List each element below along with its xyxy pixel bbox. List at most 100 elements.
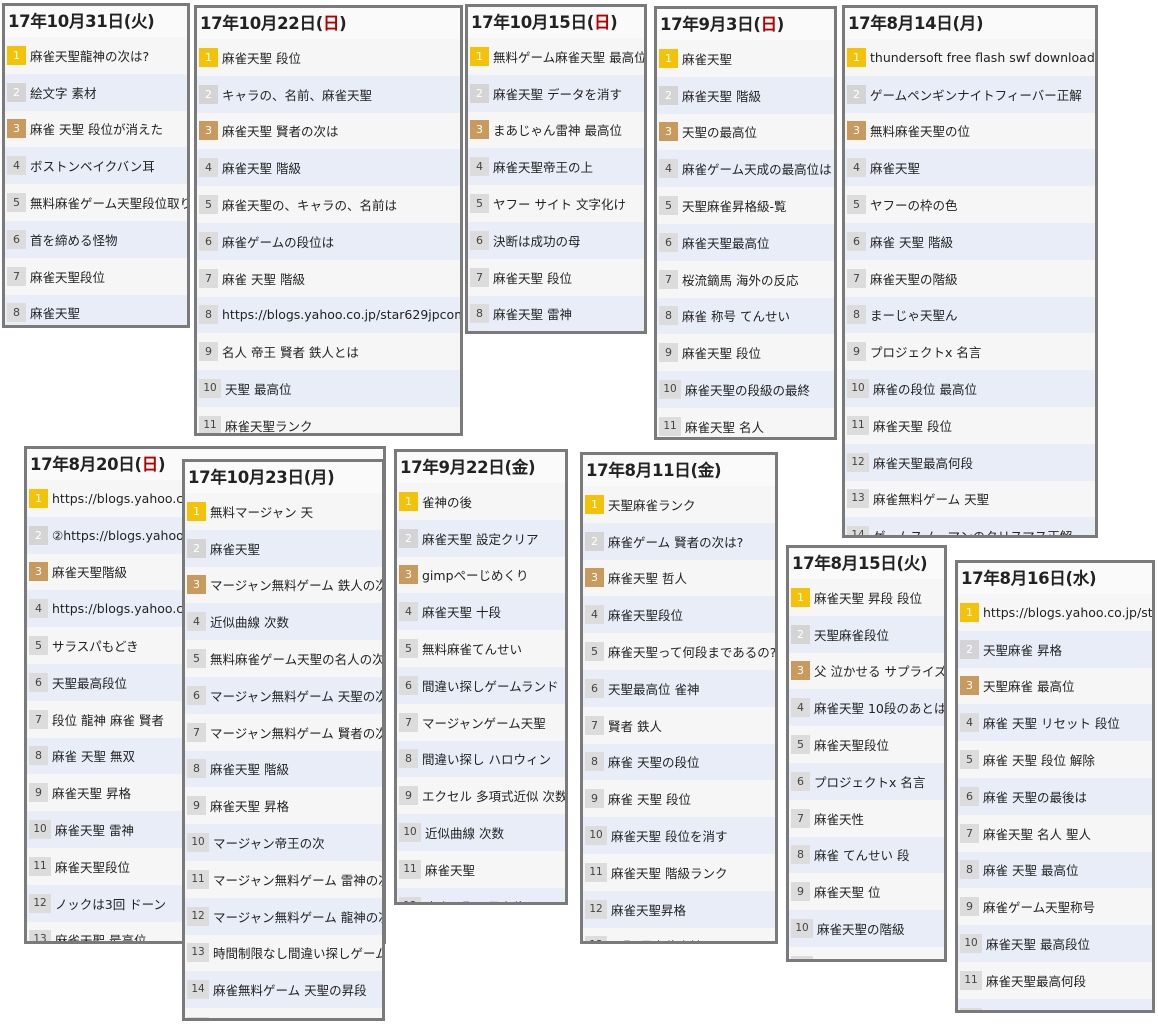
keyword-link[interactable]: 天聖 最高位 <box>225 379 291 398</box>
keyword-link[interactable]: 麻雀天聖 段位 <box>873 416 952 435</box>
keyword-link[interactable]: 首を締める怪物 <box>30 230 118 249</box>
ranking-item[interactable]: 15 マージャン飛翔の次 <box>185 1008 382 1018</box>
keyword-link[interactable]: 天聖麻雀昇格級-覧 <box>682 196 787 215</box>
ranking-item[interactable]: 5 麻雀天聖段位 <box>789 726 944 763</box>
keyword-link[interactable]: 無料マージャン 天 <box>210 502 313 521</box>
ranking-item[interactable]: 1 麻雀天聖 段位 <box>197 39 460 76</box>
ranking-item[interactable]: 3 無料麻雀天聖の位 <box>845 112 1095 150</box>
ranking-item[interactable]: 7 桜流鏑馬 海外の反応 <box>657 260 834 298</box>
ranking-item[interactable]: 10 麻雀天聖 段位を消す <box>583 817 775 854</box>
ranking-item[interactable]: 5 ヤフーの枠の色 <box>845 186 1095 223</box>
ranking-item[interactable]: 12 プロジェクトx 名言集 <box>958 998 1152 1010</box>
keyword-link[interactable]: まあじゃん雷神 最高位 <box>493 120 622 139</box>
ranking-item[interactable]: 7 麻雀天性 <box>789 799 944 837</box>
keyword-link[interactable]: 麻雀 てんせい 段 <box>814 845 909 864</box>
keyword-link[interactable]: 麻雀天聖 名人 聖人 <box>983 824 1091 843</box>
keyword-link[interactable]: 天聖 最高位雀神 <box>611 936 702 941</box>
ranking-item[interactable]: 9 麻雀天聖 段位 <box>657 334 834 372</box>
keyword-link[interactable]: 無料麻雀天聖の位 <box>870 121 970 140</box>
keyword-link[interactable]: 麻雀天聖の階級 <box>870 269 958 288</box>
keyword-link[interactable]: 麻雀天聖段位 <box>814 735 889 754</box>
keyword-link[interactable]: 麻雀天聖 設定クリア <box>422 529 538 548</box>
keyword-link[interactable]: 賢者 鉄人 <box>608 716 662 735</box>
ranking-item[interactable]: 7 麻雀 天聖 階級 <box>197 259 460 297</box>
keyword-link[interactable]: 麻雀 天聖 段位 <box>608 789 691 808</box>
ranking-item[interactable]: 6 天聖最高位 雀神 <box>583 669 775 707</box>
keyword-link[interactable]: 麻雀 天聖 リセット 段位 <box>983 713 1120 732</box>
keyword-link[interactable]: プロジェクトx 名言集 <box>986 1008 1110 1010</box>
ranking-item[interactable]: 11 麻雀天聖ランク <box>197 406 460 433</box>
keyword-link[interactable]: 麻雀天聖 最高位 <box>55 930 146 941</box>
keyword-link[interactable]: 麻雀 天聖 階級 <box>222 269 305 288</box>
keyword-link[interactable]: マージャン無料ゲーム 天聖の次 <box>210 686 382 705</box>
keyword-link[interactable]: 麻雀天聖 位 <box>814 882 880 901</box>
keyword-link[interactable]: 麻雀天聖の最高位 <box>425 897 525 902</box>
ranking-item[interactable]: 12 麻雀天聖の最高位 <box>397 887 565 902</box>
ranking-item[interactable]: 5 麻雀 天聖 段位 解除 <box>958 741 1152 778</box>
keyword-link[interactable]: 麻雀ゲーム 賢者の次は? <box>608 532 743 551</box>
ranking-item[interactable]: 4 近似曲線 次数 <box>185 603 382 641</box>
keyword-link[interactable]: 麻雀 天聖 階級 <box>870 232 953 251</box>
keyword-link[interactable]: マージャン無料ゲーム 龍神の次 <box>213 907 382 926</box>
ranking-item[interactable]: 3 まあじゃん雷神 最高位 <box>468 111 644 149</box>
keyword-link[interactable]: thundersoft free flash swf downloader <box>870 50 1095 65</box>
keyword-link[interactable]: エクセル 多項式近似 次数 <box>422 786 565 805</box>
ranking-item[interactable]: 13 時間制限なし間違い探しゲーム <box>185 934 382 972</box>
ranking-item[interactable]: 7 麻雀天聖 名人 聖人 <box>958 814 1152 852</box>
ranking-item[interactable]: 8 https://blogs.yahoo.co.jp/star629jpcom <box>197 296 460 334</box>
keyword-link[interactable]: 麻雀無料ゲーム 天聖 <box>873 489 989 508</box>
keyword-link[interactable]: 麻雀天聖昇格 <box>611 900 686 919</box>
keyword-link[interactable]: 麻雀 天聖の最後は <box>983 787 1087 806</box>
keyword-link[interactable]: 天聖麻雀 昇格 <box>983 640 1062 659</box>
ranking-item[interactable]: 5 ヤフー サイト 文字化け <box>468 185 644 222</box>
ranking-item[interactable]: 5 麻雀天聖の、キャラの、名前は <box>197 186 460 223</box>
keyword-link[interactable]: 近似曲線 次数 <box>425 823 504 842</box>
ranking-item[interactable]: 6 首を締める怪物 <box>5 220 187 258</box>
ranking-item[interactable]: 2 麻雀天聖 設定クリア <box>397 519 565 557</box>
keyword-link[interactable]: サラスパもどき <box>52 636 139 655</box>
ranking-item[interactable]: 10 近似曲線 次数 <box>397 814 565 851</box>
keyword-link[interactable]: ゲームペンギンナイトフィーバー正解 <box>870 85 1082 104</box>
keyword-link[interactable]: 麻雀天聖龍神の次は? <box>30 46 149 65</box>
ranking-item[interactable]: 4 ボストンベイクバン耳 <box>5 147 187 185</box>
keyword-link[interactable]: ノックは3回 ドーン <box>55 894 166 913</box>
ranking-item[interactable]: 7 麻雀天聖 段位 <box>468 258 644 296</box>
keyword-link[interactable]: マージャン無料ゲーム 鉄人の次 <box>210 575 382 594</box>
keyword-link[interactable]: 麻雀天聖 10段のあとは <box>814 698 944 717</box>
ranking-item[interactable]: 2 ゲームペンギンナイトフィーバー正解 <box>845 75 1095 113</box>
keyword-link[interactable]: 麻雀天聖ランク <box>225 416 313 433</box>
ranking-item[interactable]: 11 マージャン無料ゲーム 雷神の次 <box>185 860 382 898</box>
keyword-link[interactable]: 麻雀天聖って何段まであるの? <box>608 642 775 661</box>
keyword-link[interactable]: 麻雀 称号 てんせい <box>682 306 790 325</box>
ranking-item[interactable]: 2 麻雀天聖 データを消す <box>468 74 644 112</box>
keyword-link[interactable]: 麻雀天聖段位 <box>55 857 130 876</box>
keyword-link[interactable]: 麻雀天聖の、キャラの、名前は <box>222 195 397 214</box>
ranking-item[interactable]: 4 麻雀天聖 十段 <box>397 593 565 631</box>
keyword-link[interactable]: 麻雀天聖 階級ランク <box>611 863 727 882</box>
keyword-link[interactable]: 麻雀天聖 昇格 <box>52 783 131 802</box>
ranking-item[interactable]: 11 麻雀天聖最高何段 <box>958 961 1152 999</box>
keyword-link[interactable]: 麻雀 天聖 無双 <box>52 746 135 765</box>
ranking-item[interactable]: 11 麻雀天聖 階級ランク <box>583 853 775 891</box>
ranking-item[interactable]: 6 麻雀天聖最高位 <box>657 223 834 261</box>
ranking-item[interactable]: 2 麻雀天聖 <box>185 529 382 567</box>
keyword-link[interactable]: 麻雀天聖 <box>425 860 475 879</box>
keyword-link[interactable]: 天聖最高段位 <box>52 673 127 692</box>
ranking-item[interactable]: 2 キャラの、名前、麻雀天聖 <box>197 75 460 113</box>
keyword-link[interactable]: gimpぺーじめくり <box>422 565 529 584</box>
keyword-link[interactable]: 麻雀天聖最高何段 <box>986 971 1086 990</box>
ranking-item[interactable]: 8 麻雀 てんせい 段 <box>789 836 944 874</box>
ranking-item[interactable]: 6 間違い探しゲームランド <box>397 666 565 704</box>
keyword-link[interactable]: 麻雀天聖の段級の最終 <box>685 380 810 399</box>
ranking-item[interactable]: 9 エクセル 多項式近似 次数 <box>397 777 565 815</box>
keyword-link[interactable]: プロジェクトx 名言 <box>814 772 925 791</box>
ranking-item[interactable]: 7 麻雀天聖の階級 <box>845 259 1095 297</box>
keyword-link[interactable]: 麻雀天聖 段位 <box>222 48 301 67</box>
ranking-item[interactable]: 2 絵文字 素材 <box>5 73 187 111</box>
keyword-link[interactable]: 天聖最高位 雀神 <box>608 679 699 698</box>
ranking-item[interactable]: 8 麻雀天聖 <box>5 294 187 325</box>
keyword-link[interactable]: 麻雀天聖 <box>682 49 732 68</box>
ranking-item[interactable]: 5 天聖麻雀昇格級-覧 <box>657 187 834 224</box>
keyword-link[interactable]: 桜流鏑馬 海外の反応 <box>682 270 798 289</box>
ranking-item[interactable]: 1 麻雀天聖 昇段 段位 <box>789 579 944 616</box>
